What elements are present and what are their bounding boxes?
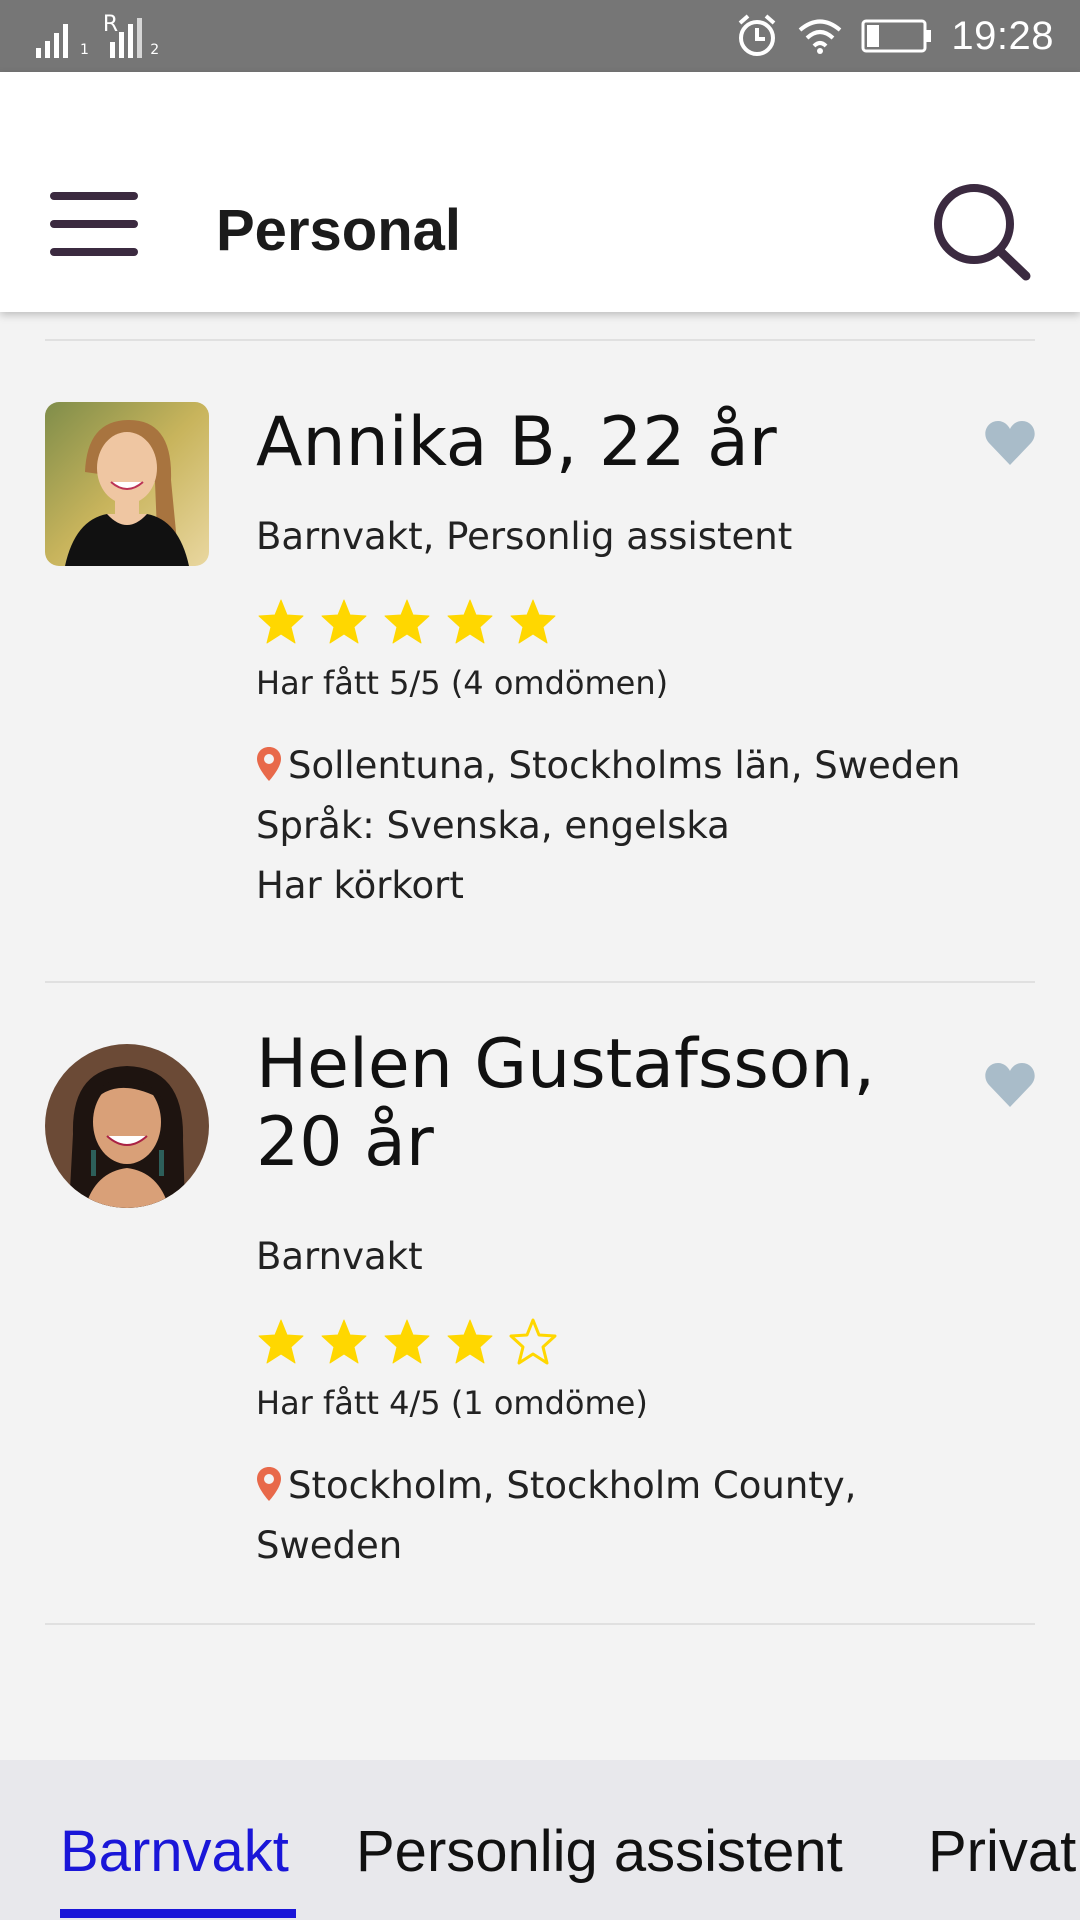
profile-details: Sollentuna, Stockholms län, Sweden Språk… <box>256 736 1016 916</box>
signal-icon <box>110 18 143 58</box>
signal-icon <box>36 24 68 58</box>
location-pin-icon <box>257 747 281 781</box>
profile-roles: Barnvakt, Personlig assistent <box>256 515 793 558</box>
rating-text: Har fått 5/5 (4 omdömen) <box>256 664 669 702</box>
alarm-icon <box>739 14 776 56</box>
status-bar: 1 R 2 19:28 <box>0 0 1080 72</box>
category-tabs: Barnvakt Personlig assistent Privat <box>0 1760 1080 1920</box>
sim-1-label: 1 <box>80 42 89 58</box>
star-empty-icon <box>509 1318 557 1365</box>
signal-indicators: 1 R 2 <box>34 12 160 58</box>
star-filled-icon <box>447 599 493 644</box>
location-text: Sollentuna, Stockholms län, Sweden <box>288 744 961 787</box>
avatar <box>45 1044 209 1208</box>
star-filled-icon <box>510 599 556 644</box>
star-filled-icon <box>384 599 430 644</box>
profile-name: Helen Gustafsson, 20 år <box>256 1025 876 1182</box>
page-title: Personal <box>216 198 461 263</box>
star-rating <box>256 597 558 649</box>
star-filled-icon <box>321 1319 367 1364</box>
star-filled-icon <box>384 1319 430 1364</box>
search-icon[interactable] <box>930 182 1040 282</box>
favorite-heart-icon[interactable] <box>984 419 1036 467</box>
languages-text: Språk: Svenska, engelska <box>256 804 730 847</box>
favorite-heart-icon[interactable] <box>984 1061 1036 1109</box>
location-text: Stockholm, Stockholm County, Sweden <box>256 1464 857 1567</box>
profile-list[interactable]: Annika B, 22 år Barnvakt, Personlig assi… <box>0 312 1080 1760</box>
location-row: Stockholm, Stockholm County, Sweden <box>256 1456 896 1576</box>
star-filled-icon <box>321 599 367 644</box>
star-rating <box>256 1317 558 1369</box>
battery-icon <box>861 19 932 53</box>
sim-2-label: 2 <box>150 42 160 58</box>
star-filled-icon <box>258 599 304 644</box>
tab-barnvakt[interactable]: Barnvakt <box>60 1818 289 1885</box>
profile-card[interactable]: Helen Gustafsson, 20 år Barnvakt Har fåt… <box>0 982 1080 1622</box>
active-tab-indicator <box>60 1909 296 1918</box>
divider <box>45 1623 1035 1625</box>
tab-personlig-assistent[interactable]: Personlig assistent <box>356 1818 843 1885</box>
star-filled-icon <box>258 1319 304 1364</box>
profile-name: Annika B, 22 år <box>256 403 777 482</box>
rating-text: Har fått 4/5 (1 omdöme) <box>256 1384 648 1422</box>
profile-details: Stockholm, Stockholm County, Sweden <box>256 1456 896 1576</box>
star-filled-icon <box>447 1319 493 1364</box>
profile-roles: Barnvakt <box>256 1235 423 1278</box>
avatar <box>45 402 209 566</box>
location-pin-icon <box>257 1467 281 1501</box>
location-row: Sollentuna, Stockholms län, Sweden <box>256 736 1016 796</box>
app-bar: Personal <box>0 72 1080 312</box>
license-text: Har körkort <box>256 864 464 907</box>
wifi-icon <box>799 19 842 54</box>
hamburger-menu-icon[interactable] <box>50 192 142 258</box>
clock: 19:28 <box>951 13 1054 58</box>
profile-card[interactable]: Annika B, 22 år Barnvakt, Personlig assi… <box>0 312 1080 982</box>
tab-privat[interactable]: Privat <box>928 1818 1076 1885</box>
